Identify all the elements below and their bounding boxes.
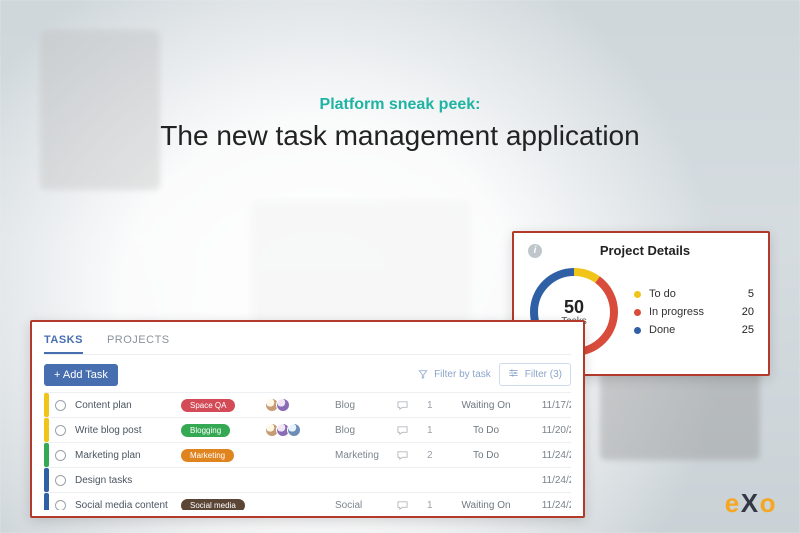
task-name: Design tasks (75, 475, 175, 486)
kicker: Platform sneak peek: (0, 96, 800, 114)
task-status: Waiting On (453, 400, 519, 411)
tabs: TASKS PROJECTS (44, 330, 571, 355)
legend-dot (634, 327, 641, 334)
filter-advanced[interactable]: Filter (3) (499, 363, 571, 386)
status-stripe (44, 418, 49, 442)
comment-count: 1 (427, 425, 447, 436)
comment-icon (397, 475, 408, 486)
category: Blog (335, 425, 391, 436)
comment-icon (397, 500, 408, 511)
sliders-icon (508, 368, 519, 381)
legend-value: 25 (732, 324, 754, 336)
category: Social (335, 500, 391, 511)
task-name: Marketing plan (75, 450, 175, 461)
filter-by-task[interactable]: Filter by task (410, 365, 499, 384)
status-stripe (44, 468, 49, 492)
info-icon[interactable]: i (528, 244, 542, 258)
comment-icon (397, 450, 408, 461)
status-stripe (44, 393, 49, 417)
table-row[interactable]: Social media content Social media Social 1W… (44, 492, 571, 510)
legend-label: In progress (649, 306, 732, 318)
due-date: 11/24/2020 (525, 450, 571, 461)
tag-pill: Marketing (181, 449, 234, 462)
funnel-icon (418, 370, 428, 379)
table-row[interactable]: Marketing plan Marketing Marketing 2 To Do 11… (44, 442, 571, 467)
legend-row: In progress20 (634, 306, 754, 318)
legend-label: To do (649, 288, 732, 300)
chart-legend: To do5In progress20Done25 (634, 288, 754, 336)
legend-label: Done (649, 324, 732, 336)
assignees (265, 398, 329, 412)
checkbox-ring[interactable] (55, 425, 66, 436)
task-status: To Do (453, 425, 519, 436)
avatar (276, 398, 290, 412)
task-name: Write blog post (75, 425, 175, 436)
tab-projects[interactable]: PROJECTS (107, 330, 170, 354)
assignees (265, 423, 329, 437)
task-name: Social media content (75, 500, 175, 511)
comment-icon (397, 400, 408, 411)
checkbox-ring[interactable] (55, 400, 66, 411)
legend-value: 5 (732, 288, 754, 300)
filter-task-label: Filter by task (434, 369, 491, 380)
checkbox-ring[interactable] (55, 450, 66, 461)
status-stripe (44, 493, 49, 510)
table-row[interactable]: Write blog post Blogging Blog 1 To Do 11/20/2… (44, 417, 571, 442)
status-stripe (44, 443, 49, 467)
legend-value: 20 (732, 306, 754, 318)
project-details-title: Project Details (550, 243, 754, 258)
exo-logo: e X o (725, 488, 776, 519)
page-title: The new task management application (0, 120, 800, 152)
table-row[interactable]: Content plan Space QA Blog 1 Waiting On 11/17… (44, 392, 571, 417)
avatar (287, 423, 301, 437)
due-date: 11/24/2020 (525, 475, 571, 486)
task-name: Content plan (75, 400, 175, 411)
legend-dot (634, 291, 641, 298)
tag-pill: Space QA (181, 399, 235, 412)
comment-icon (397, 425, 408, 436)
checkbox-ring[interactable] (55, 500, 66, 511)
task-list: Content plan Space QA Blog 1 Waiting On 11/17… (44, 392, 571, 510)
tag-pill: Social media (181, 499, 245, 511)
legend-dot (634, 309, 641, 316)
tag-pill: Blogging (181, 424, 230, 437)
due-date: 11/24/2020 (525, 500, 571, 511)
task-status: To Do (453, 450, 519, 461)
comment-count: 2 (427, 450, 447, 461)
due-date: 11/17/2020 (525, 400, 571, 411)
due-date: 11/20/2020 (525, 425, 571, 436)
comment-count: 1 (427, 400, 447, 411)
add-task-button[interactable]: + Add Task (44, 364, 118, 386)
category: Marketing (335, 450, 391, 461)
category: Blog (335, 400, 391, 411)
checkbox-ring[interactable] (55, 475, 66, 486)
legend-row: To do5 (634, 288, 754, 300)
filter3-label: Filter (3) (525, 369, 562, 380)
task-status: Waiting On (453, 500, 519, 511)
comment-count: 1 (427, 500, 447, 511)
table-row[interactable]: Design tasks 11/24/2020 (44, 467, 571, 492)
legend-row: Done25 (634, 324, 754, 336)
tasks-panel: TASKS PROJECTS + Add Task Filter by task… (30, 320, 585, 518)
tab-tasks[interactable]: TASKS (44, 330, 83, 354)
total-count: 50 (564, 298, 584, 316)
